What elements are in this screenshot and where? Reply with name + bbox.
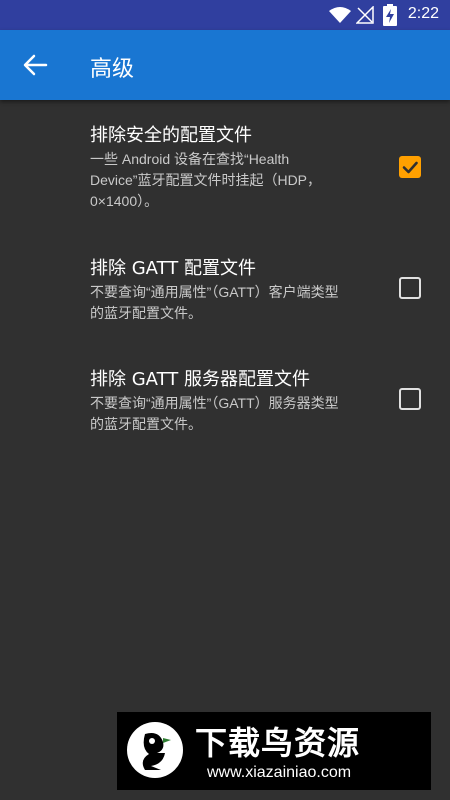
setting-title: 排除 GATT 配置文件	[90, 258, 256, 279]
app-bar: 高级	[0, 30, 450, 100]
watermark: 下载鸟资源 www.xiazainiao.com	[117, 712, 431, 790]
setting-summary: 一些 Android 设备在查找“Health Device”蓝牙配置文件时挂起…	[90, 151, 322, 209]
status-bar: 2:22	[0, 0, 450, 30]
setting-exclude-gatt-server-profiles[interactable]: 排除 GATT 服务器配置文件 不要查询“通用属性”（GATT）服务器类型的蓝牙…	[0, 365, 450, 460]
setting-title: 排除 GATT 服务器配置文件	[90, 369, 310, 390]
setting-title: 排除安全的配置文件	[90, 125, 252, 146]
bird-logo-icon	[127, 722, 183, 778]
setting-summary: 不要查询“通用属性”（GATT）服务器类型的蓝牙配置文件。	[90, 395, 339, 432]
back-arrow-icon[interactable]	[20, 51, 50, 79]
page-title: 高级	[90, 57, 135, 82]
watermark-url: www.xiazainiao.com	[207, 764, 352, 781]
wifi-icon	[329, 7, 351, 23]
checkbox-exclude-gatt-server-profiles[interactable]	[399, 388, 421, 410]
battery-charging-icon	[383, 4, 397, 26]
setting-exclude-gatt-profiles[interactable]: 排除 GATT 配置文件 不要查询“通用属性”（GATT）客户端类型的蓝牙配置文…	[0, 254, 450, 349]
setting-exclude-secure-profiles[interactable]: 排除安全的配置文件 一些 Android 设备在查找“Health Device…	[0, 121, 450, 231]
status-time: 2:22	[407, 5, 439, 22]
setting-summary: 不要查询“通用属性”（GATT）客户端类型的蓝牙配置文件。	[90, 284, 339, 321]
checkbox-exclude-gatt-profiles[interactable]	[399, 277, 421, 299]
no-signal-icon	[356, 6, 374, 24]
checkbox-exclude-secure-profiles[interactable]	[399, 156, 421, 178]
checkmark-icon	[402, 161, 418, 174]
watermark-brand: 下载鸟资源	[195, 724, 361, 762]
